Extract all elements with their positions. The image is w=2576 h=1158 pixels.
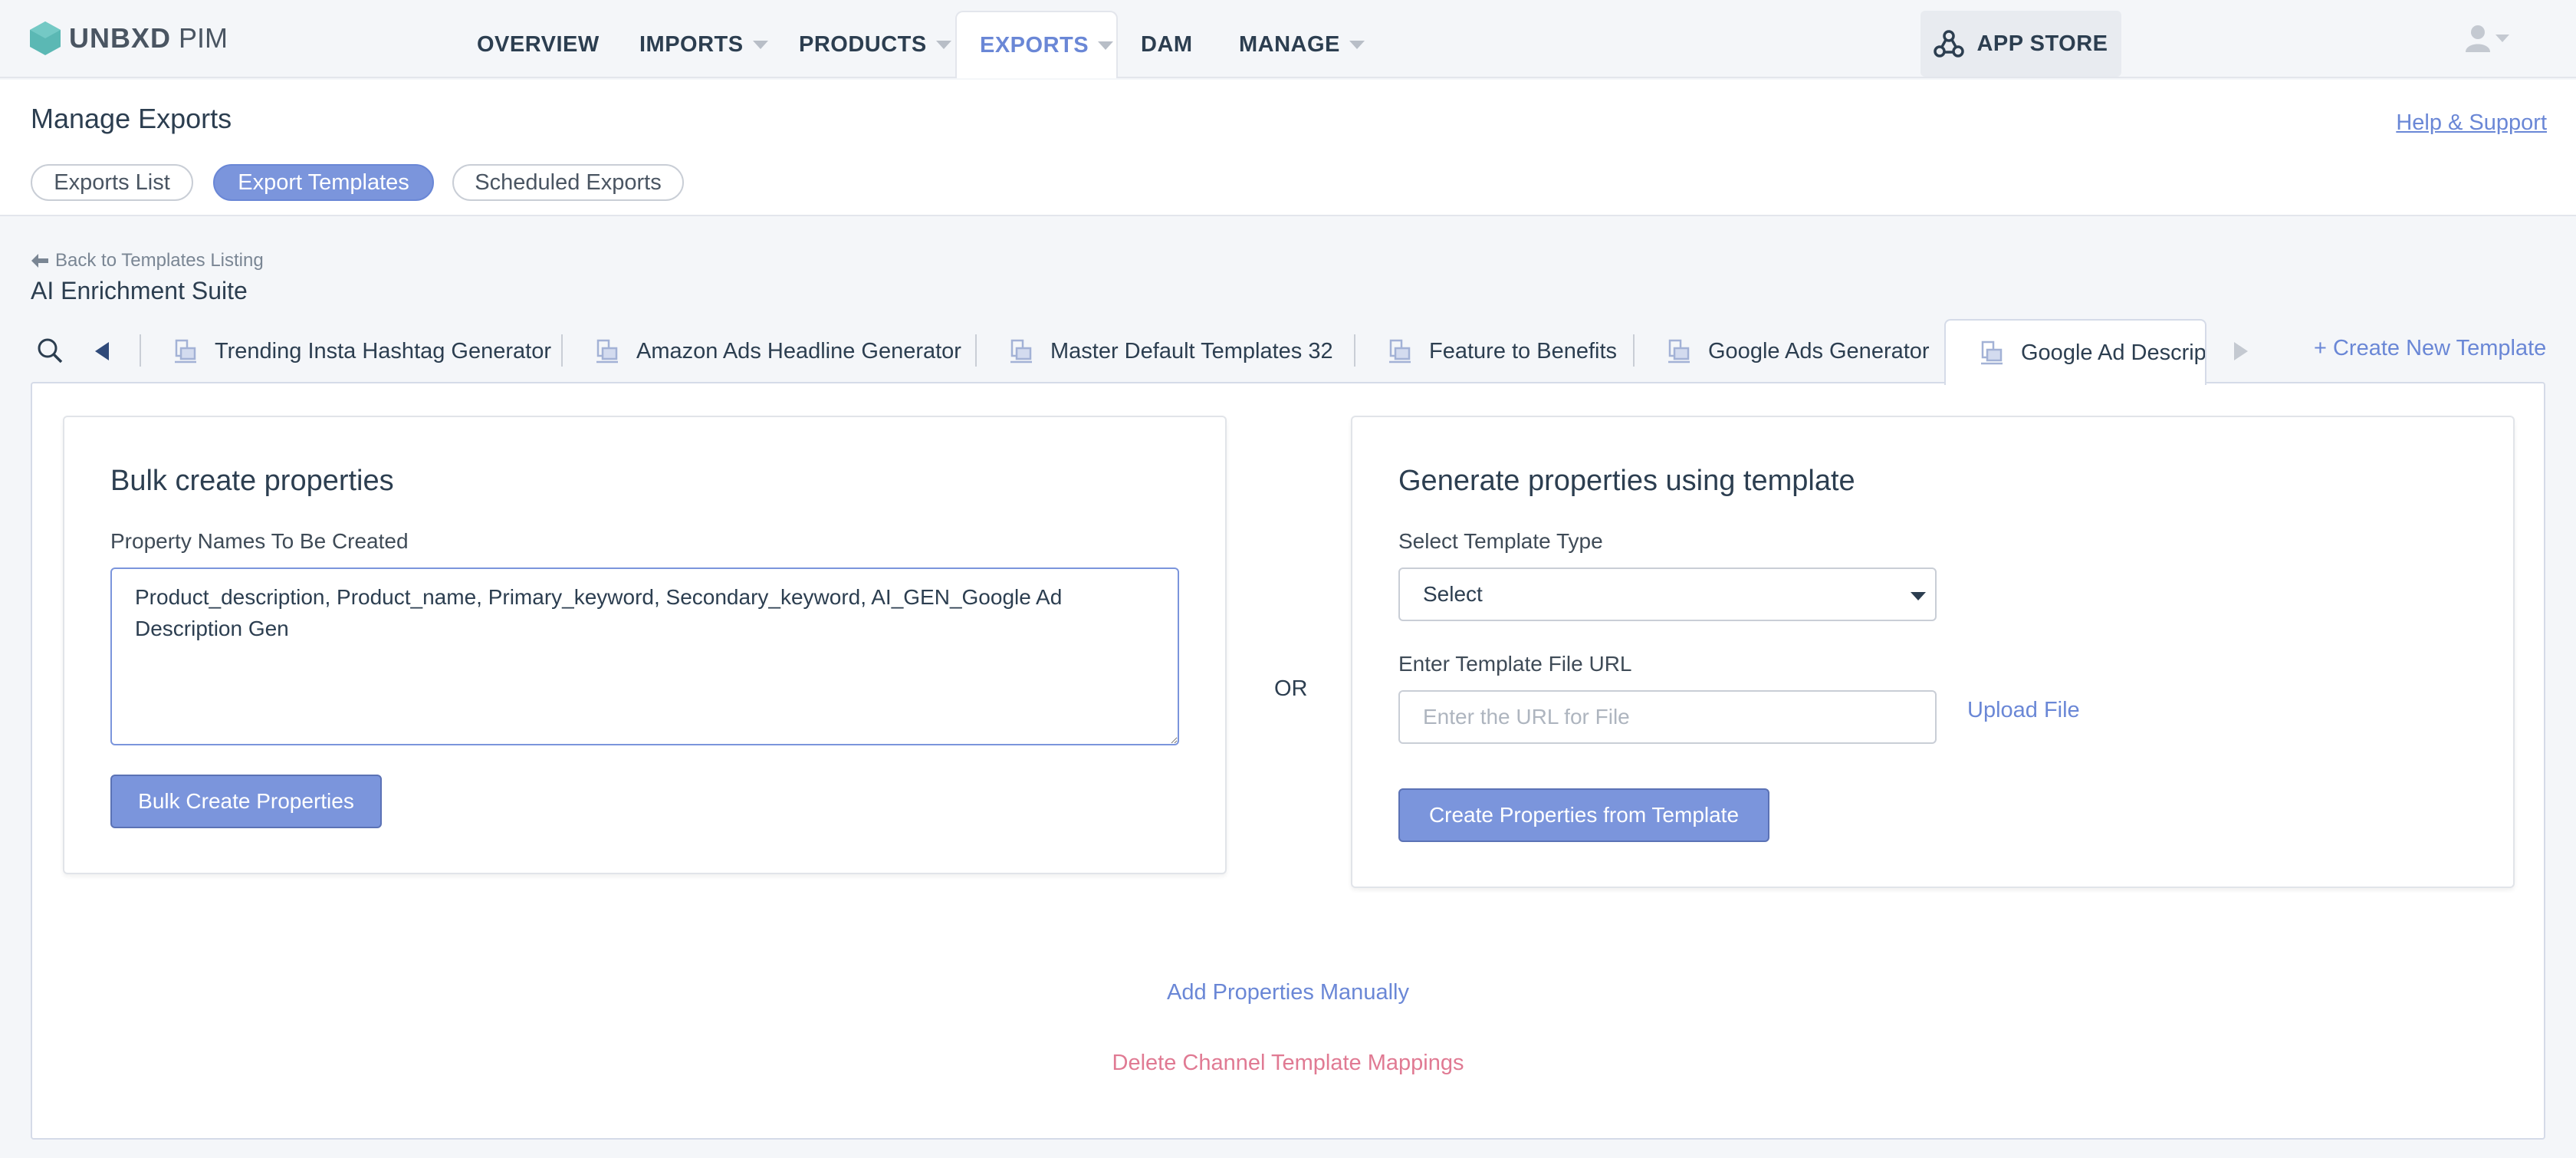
tab-google-ads-generator[interactable]: Google Ads Generator [1667, 334, 1930, 368]
tab-label: Google Ads Generator [1708, 338, 1930, 364]
add-properties-manually-link[interactable]: Add Properties Manually [32, 980, 2544, 1005]
caret-down-icon [2496, 35, 2509, 42]
nav-label: EXPORTS [980, 32, 1089, 58]
suite-title: AI Enrichment Suite [31, 277, 248, 304]
or-separator: OR [1274, 676, 1308, 701]
property-names-textarea[interactable]: Product_description, Product_name, Prima… [110, 567, 1179, 745]
template-type-label: Select Template Type [1398, 529, 1603, 553]
pill-export-templates[interactable]: Export Templates [213, 164, 434, 201]
tab-amazon-ads-headline[interactable]: Amazon Ads Headline Generator [595, 334, 961, 368]
tab-divider [975, 334, 977, 367]
caret-down-icon [1349, 40, 1365, 49]
upload-file-link[interactable]: Upload File [1967, 698, 2080, 723]
create-from-template-button[interactable]: Create Properties from Template [1398, 788, 1769, 842]
arrow-left-icon [31, 254, 48, 268]
user-avatar-icon [2466, 25, 2490, 52]
tab-label: Feature to Benefits [1429, 338, 1618, 364]
bulk-create-title: Bulk create properties [110, 465, 394, 497]
template-type-value: Select [1423, 582, 1483, 606]
tab-label: Trending Insta Hashtag Generator [215, 338, 552, 364]
page-title: Manage Exports [31, 103, 232, 134]
tab-scroll-right-icon[interactable] [2234, 342, 2248, 360]
export-template-icon [1389, 339, 1411, 364]
back-link-label: Back to Templates Listing [55, 250, 264, 271]
nav-imports[interactable]: IMPORTS [639, 11, 768, 78]
export-template-icon [1981, 340, 2003, 365]
tab-trending-insta-hashtag[interactable]: Trending Insta Hashtag Generator [173, 334, 551, 368]
brand-product: PIM [179, 22, 228, 54]
property-names-label: Property Names To Be Created [110, 529, 409, 553]
nav-dam[interactable]: DAM [1141, 11, 1193, 78]
tab-divider [1354, 334, 1355, 367]
app-store-label: APP STORE [1976, 31, 2108, 56]
nav-exports[interactable]: EXPORTS [955, 11, 1118, 78]
bulk-create-button[interactable]: Bulk Create Properties [110, 775, 382, 828]
template-tabs: Trending Insta Hashtag Generator Amazon … [0, 319, 2576, 385]
tab-divider [1633, 334, 1635, 367]
bulk-create-card: Bulk create properties Property Names To… [63, 416, 1227, 874]
nav-label: DAM [1141, 31, 1193, 57]
caret-down-icon [1911, 592, 1926, 600]
caret-down-icon [935, 40, 951, 49]
export-template-icon [175, 339, 196, 364]
generate-template-title: Generate properties using template [1398, 465, 1855, 497]
tab-feature-to-benefits[interactable]: Feature to Benefits [1388, 334, 1617, 368]
caret-down-icon [752, 40, 768, 49]
tab-divider [561, 334, 563, 367]
tab-google-ad-description[interactable]: Google Ad Descript [1944, 319, 2206, 385]
template-type-select[interactable]: Select [1398, 567, 1937, 621]
pill-scheduled-exports[interactable]: Scheduled Exports [452, 164, 684, 201]
nav-label: IMPORTS [639, 31, 744, 57]
tab-label: Master Default Templates 32 [1050, 338, 1333, 364]
help-support-link[interactable]: Help & Support [2396, 110, 2547, 136]
template-url-input[interactable] [1398, 690, 1937, 744]
page-header: Manage Exports Help & Support Exports Li… [0, 80, 2576, 216]
export-template-icon [596, 339, 618, 364]
tab-scroll-left-icon[interactable] [95, 342, 109, 360]
nav-products[interactable]: PRODUCTS [799, 11, 951, 78]
app-store-icon [1934, 30, 1965, 58]
tab-label: Amazon Ads Headline Generator [636, 338, 961, 364]
nav-label: OVERVIEW [477, 31, 600, 57]
caret-down-icon [1098, 41, 1114, 50]
delete-template-mappings-link[interactable]: Delete Channel Template Mappings [32, 1051, 2544, 1076]
search-icon[interactable] [37, 337, 63, 364]
tab-master-default-templates[interactable]: Master Default Templates 32 [1009, 334, 1333, 368]
brand-logo[interactable]: UNBXD PIM [29, 20, 228, 57]
export-template-icon [1010, 339, 1032, 364]
top-navigation: UNBXD PIM OVERVIEW IMPORTS PRODUCTS EXPO… [0, 0, 2576, 78]
tab-divider [140, 334, 141, 367]
tab-label: Google Ad Descript [2021, 340, 2206, 365]
nav-label: PRODUCTS [799, 31, 927, 57]
brand-name: UNBXD [69, 22, 172, 54]
template-url-label: Enter Template File URL [1398, 652, 1632, 676]
nav-overview[interactable]: OVERVIEW [477, 11, 600, 78]
nav-manage[interactable]: MANAGE [1239, 11, 1365, 78]
export-template-icon [1668, 339, 1690, 364]
generate-template-card: Generate properties using template Selec… [1351, 416, 2515, 888]
template-panel: Bulk create properties Property Names To… [31, 382, 2545, 1140]
back-to-templates-link[interactable]: Back to Templates Listing [31, 250, 264, 271]
hexagon-logo-icon [30, 21, 61, 55]
user-menu[interactable] [2465, 25, 2509, 52]
pill-exports-list[interactable]: Exports List [31, 164, 193, 201]
app-store-button[interactable]: APP STORE [1921, 11, 2121, 77]
create-new-template-link[interactable]: + Create New Template [2314, 336, 2546, 361]
nav-label: MANAGE [1239, 31, 1340, 57]
